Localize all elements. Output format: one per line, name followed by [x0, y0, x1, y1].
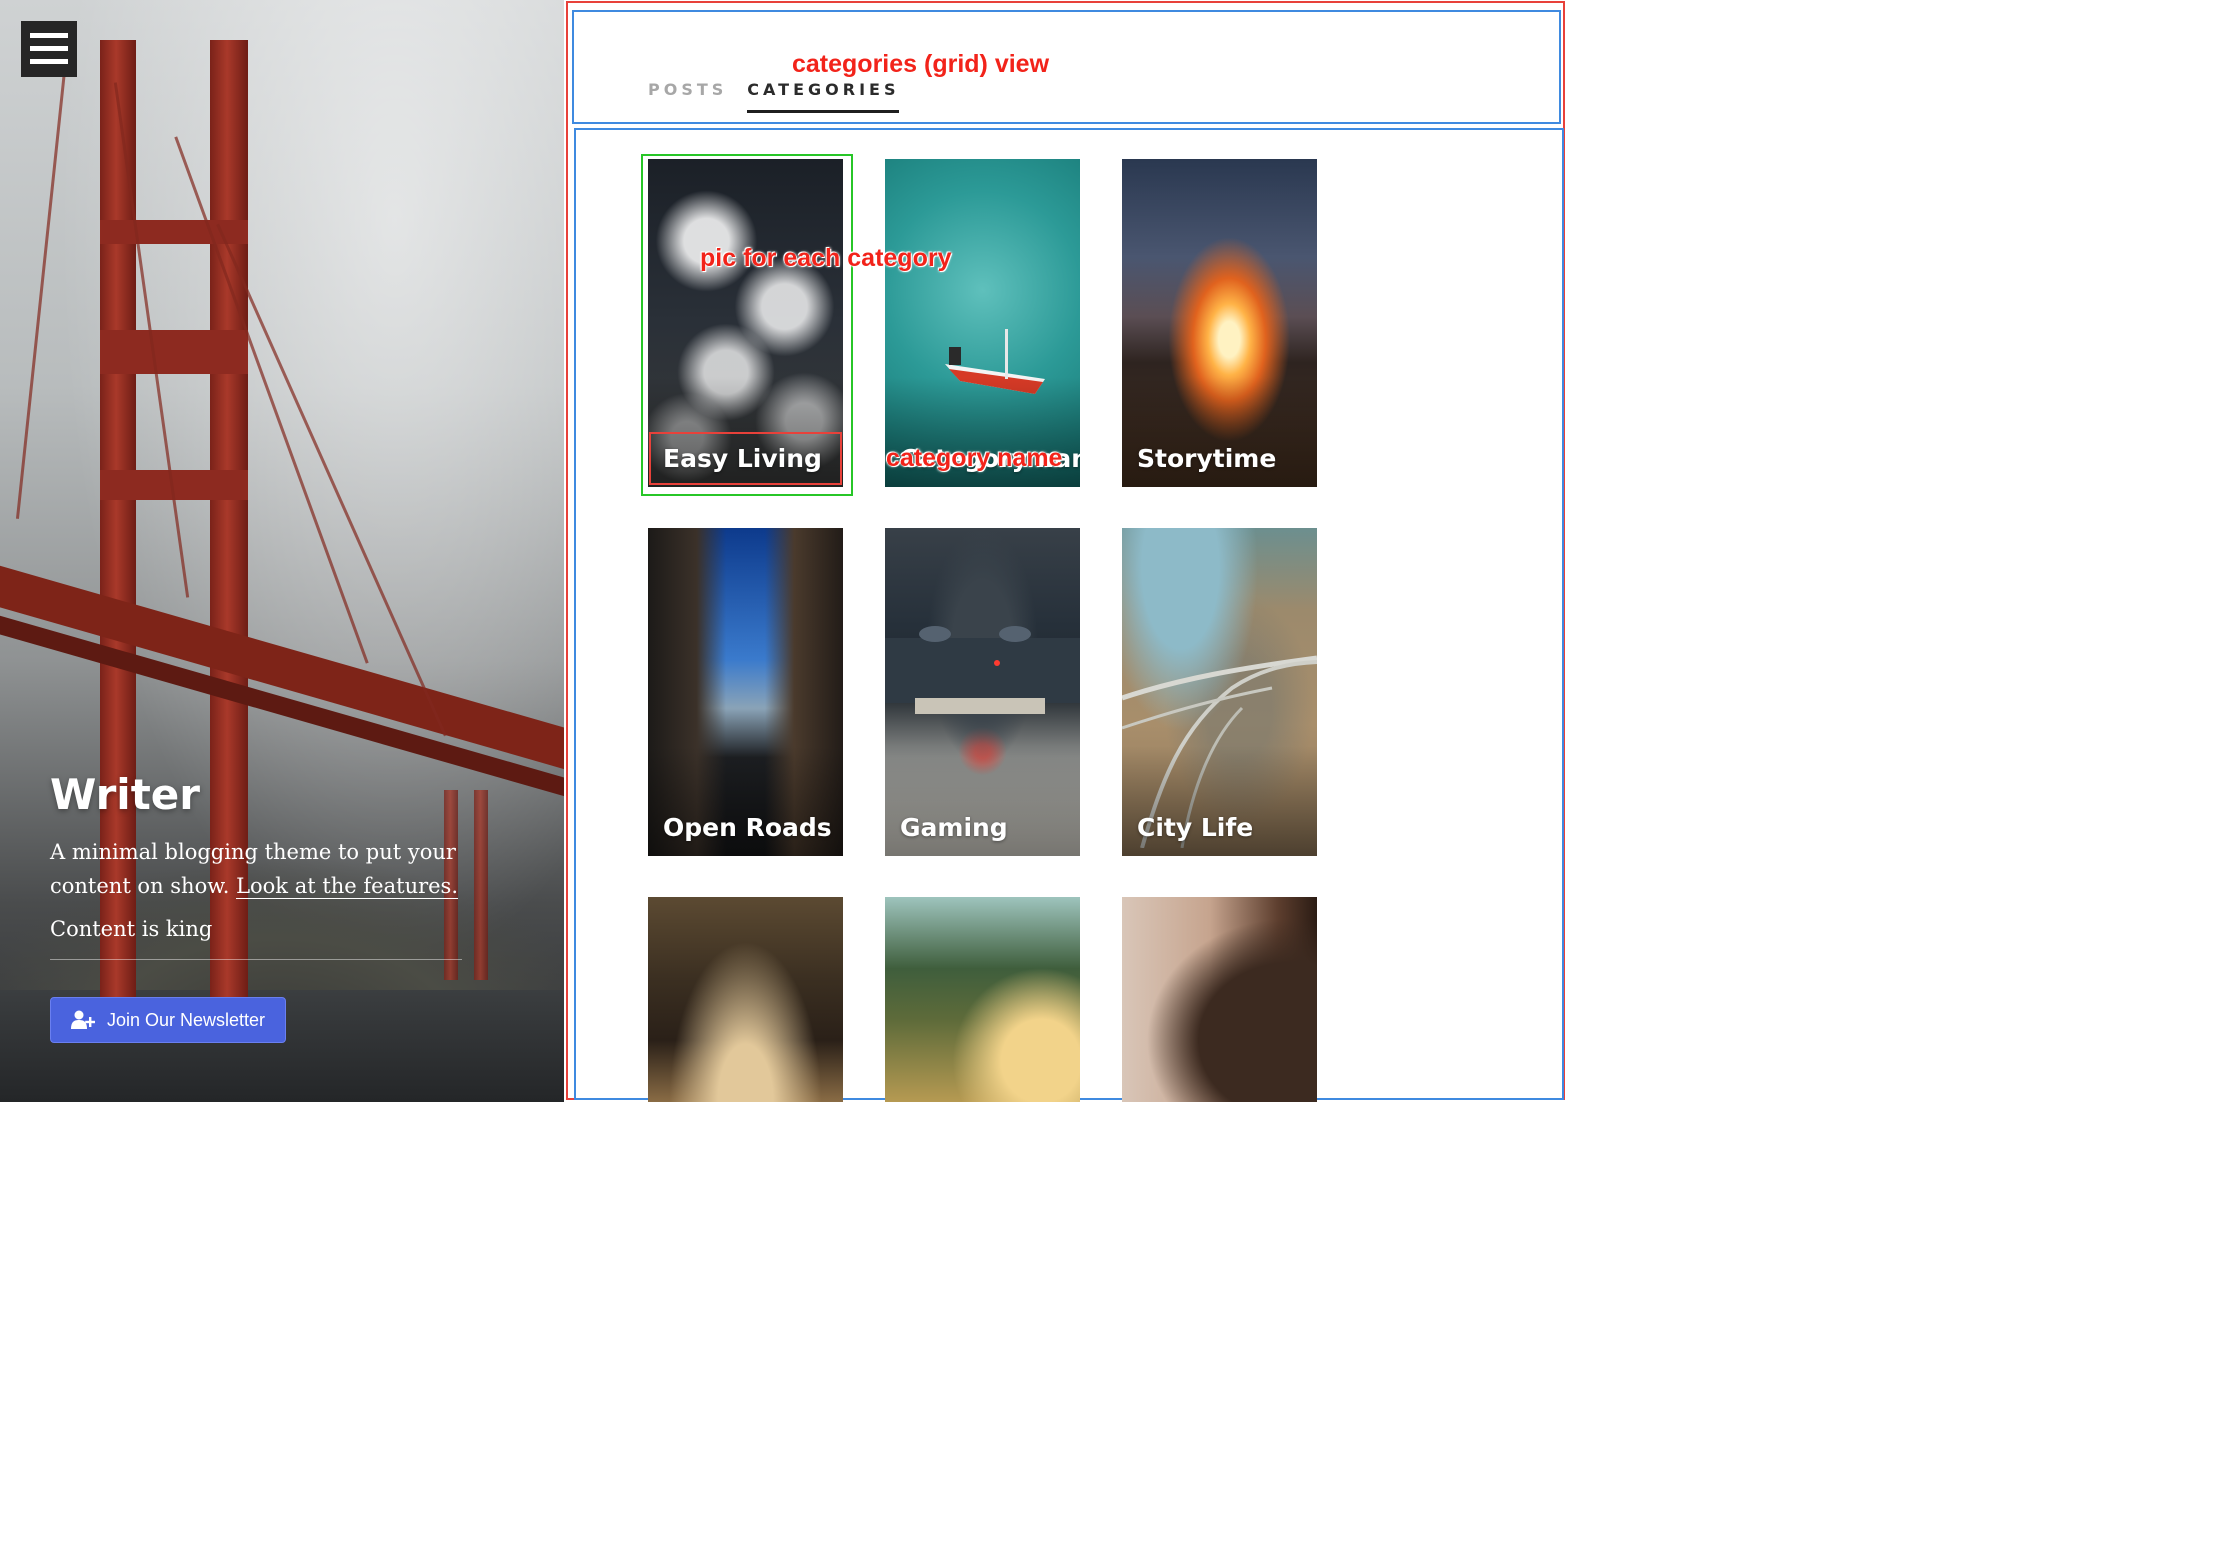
category-card-8[interactable]: [885, 897, 1080, 1102]
user-plus-icon: [70, 1010, 95, 1029]
features-link[interactable]: Look at the features.: [236, 874, 459, 899]
tab-categories[interactable]: CATEGORIES: [747, 80, 900, 113]
category-name: Gaming: [900, 813, 1008, 842]
hamburger-menu-icon: [30, 33, 68, 38]
game-controller-graphic: [885, 626, 1080, 714]
category-name: City Life: [1137, 813, 1254, 842]
site-title: Writer: [50, 770, 200, 819]
hamburger-menu-icon: [30, 46, 68, 51]
site-description: A minimal blogging theme to put your con…: [50, 835, 490, 903]
category-image: [885, 897, 1080, 1102]
category-name: Easy Living: [663, 444, 822, 473]
join-newsletter-label: Join Our Newsletter: [106, 1009, 266, 1030]
category-name: Storytime: [1137, 444, 1277, 473]
category-image: [648, 897, 843, 1102]
hero-text: Writer A minimal blogging theme to put y…: [50, 770, 490, 960]
site-tagline: Content is king: [50, 917, 462, 960]
tab-posts[interactable]: POSTS: [648, 80, 727, 113]
bridge-tower-crossbar-2: [100, 330, 248, 374]
hamburger-menu-icon: [30, 59, 68, 64]
annotation-pic: pic for each category: [700, 244, 952, 272]
category-card-9[interactable]: [1122, 897, 1317, 1102]
hero-panel: Writer A minimal blogging theme to put y…: [0, 0, 564, 1102]
annotation-view: categories (grid) view: [792, 50, 1050, 78]
hamburger-menu-button[interactable]: [21, 21, 77, 77]
category-card-gaming[interactable]: Gaming: [885, 528, 1080, 856]
category-card-storytime[interactable]: Storytime: [1122, 159, 1317, 487]
category-image: [1122, 897, 1317, 1102]
category-name: Open Roads: [663, 813, 832, 842]
view-tabs: POSTS CATEGORIES: [648, 80, 900, 113]
category-card-open-roads[interactable]: Open Roads: [648, 528, 843, 856]
join-newsletter-button[interactable]: Join Our Newsletter: [50, 997, 286, 1043]
category-card-2[interactable]: Category name: [885, 159, 1080, 487]
category-card-7[interactable]: [648, 897, 843, 1102]
category-card-easy-living[interactable]: Easy Living: [648, 159, 843, 487]
category-card-city-life[interactable]: City Life: [1122, 528, 1317, 856]
annotation-name: category name: [886, 444, 1063, 472]
